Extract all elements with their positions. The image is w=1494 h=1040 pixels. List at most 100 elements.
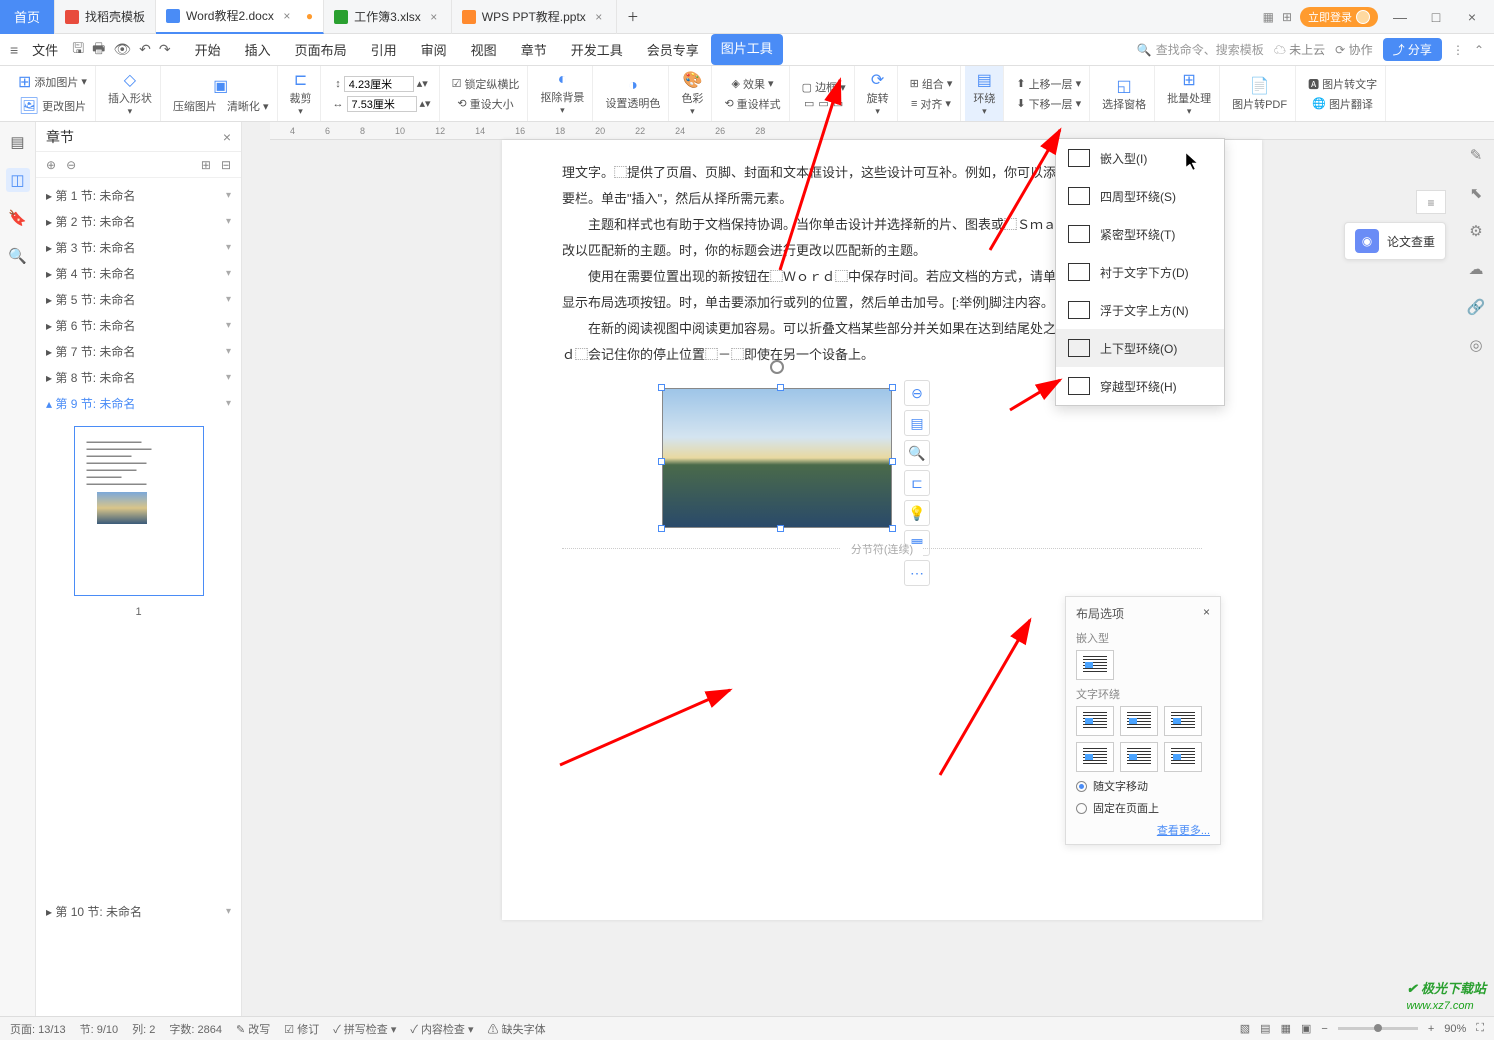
preview-icon[interactable]: 👁 <box>113 41 131 58</box>
select-icon[interactable]: ⬉ <box>1470 184 1483 202</box>
hamburger-icon[interactable]: ≡ <box>10 42 18 58</box>
chapter-item[interactable]: ▸ 第 4 节: 未命名▾ <box>36 260 241 286</box>
stepper-icon[interactable]: ▴▾ <box>417 77 428 90</box>
command-search[interactable]: 🔍 查找命令、搜索模板 <box>1137 41 1264 58</box>
compress-button[interactable]: ▣ <box>213 74 228 98</box>
status-page[interactable]: 页面: 13/13 <box>10 1021 66 1037</box>
apps-icon[interactable]: ⊞ <box>1282 10 1292 24</box>
close-icon[interactable]: × <box>592 10 606 24</box>
move-up-button[interactable]: ⬆ 上移一层 ▾ <box>1016 74 1081 94</box>
stepper-icon[interactable]: ▴▾ <box>420 97 431 110</box>
tab-layout[interactable]: 页面布局 <box>283 34 359 65</box>
chapter-item-active[interactable]: ▴ 第 9 节: 未命名▾ <box>36 390 241 416</box>
chapter-item[interactable]: ▸ 第 3 节: 未命名▾ <box>36 234 241 260</box>
link-icon[interactable]: 🔗 <box>1467 298 1486 316</box>
search-panel-icon[interactable]: 🔍 <box>6 244 30 268</box>
chapter-item[interactable]: ▸ 第 10 节: 未命名▾ <box>36 898 241 924</box>
tab-ppt[interactable]: WPS PPT教程.pptx × <box>452 0 617 34</box>
share-button[interactable]: ⤴ 分享 <box>1383 38 1442 61</box>
layout-opt-inline[interactable] <box>1076 650 1114 680</box>
wrap-option-front[interactable]: 浮于文字上方(N) <box>1056 291 1224 329</box>
layout-opt-behind[interactable] <box>1120 742 1158 772</box>
chapter-item[interactable]: ▸ 第 7 节: 未命名▾ <box>36 338 241 364</box>
wrap-button[interactable]: ▤环绕▾ <box>965 66 1004 121</box>
rotate-button[interactable]: ⟳旋转▾ <box>859 66 898 121</box>
outline-icon[interactable]: ▤ <box>6 130 30 154</box>
batch-button[interactable]: ⊞批量处理▾ <box>1159 66 1220 121</box>
tab-template[interactable]: 找稻壳模板 <box>55 0 156 34</box>
select-pane-button[interactable]: ◱选择窗格 <box>1094 66 1155 121</box>
float-minus-button[interactable]: ⊖ <box>904 380 930 406</box>
close-window-button[interactable]: × <box>1458 9 1486 25</box>
status-content[interactable]: ✓ 内容检查 ▾ <box>410 1021 473 1037</box>
add-section-icon[interactable]: ⊕ <box>46 158 56 172</box>
tab-word-doc[interactable]: Word教程2.docx × ● <box>156 0 324 34</box>
status-missing-font[interactable]: ⚠ 缺失字体 <box>488 1021 546 1037</box>
translate-button[interactable]: 🌐 图片翻译 <box>1312 94 1373 114</box>
layout-opt-through[interactable] <box>1164 706 1202 736</box>
clarity-button[interactable]: 清晰化 ▾ <box>227 98 269 114</box>
cloud-icon[interactable]: ☁ <box>1469 260 1484 278</box>
panel-close-icon[interactable]: × <box>223 129 231 145</box>
layout-opt-tight[interactable] <box>1120 706 1158 736</box>
maximize-button[interactable]: □ <box>1422 9 1450 25</box>
style3[interactable]: ▭ <box>833 97 843 110</box>
redo-icon[interactable]: ↷ <box>159 41 171 58</box>
page-thumbnail[interactable]: ▬▬▬▬▬▬▬▬▬▬▬▬▬▬▬▬▬▬▬▬▬▬▬▬▬▬▬▬▬▬▬▬▬▬▬▬▬▬▬▬… <box>74 426 204 596</box>
height-input[interactable] <box>344 76 414 92</box>
collapse-icon[interactable]: ⊟ <box>221 158 231 172</box>
expand-icon[interactable]: ⊞ <box>201 158 211 172</box>
style2[interactable]: ▭ <box>818 97 828 110</box>
view-mode-icon[interactable]: ▦ <box>1281 1022 1291 1035</box>
remove-bg-button[interactable]: ◐抠除背景▾ <box>532 66 593 121</box>
radio-fixed-position[interactable]: 固定在页面上 <box>1076 800 1210 816</box>
new-tab-button[interactable]: ＋ <box>617 0 649 34</box>
tab-reference[interactable]: 引用 <box>359 34 409 65</box>
tab-image-tools[interactable]: 图片工具 <box>711 34 783 65</box>
edit-icon[interactable]: ✎ <box>1470 146 1483 164</box>
combine-button[interactable]: ⊞ 组合 ▾ <box>910 74 953 94</box>
reset-size-button[interactable]: ⟲ 重设大小 <box>457 94 513 114</box>
chapter-item[interactable]: ▸ 第 2 节: 未命名▾ <box>36 208 241 234</box>
collab-button[interactable]: ⟳ 协作 <box>1335 41 1372 58</box>
panel-toggle-icon[interactable]: ≡ <box>1416 190 1446 214</box>
wrap-option-through[interactable]: 穿越型环绕(H) <box>1056 367 1224 405</box>
effect-button[interactable]: ◈ 效果 ▾ <box>732 74 774 94</box>
to-pdf-button[interactable]: 📄图片转PDF <box>1224 66 1296 121</box>
print-icon[interactable]: 🖶 <box>92 38 105 62</box>
save-icon[interactable]: 🖫 <box>72 38 84 62</box>
float-zoom-button[interactable]: 🔍 <box>904 440 930 466</box>
grid-icon[interactable]: ▦ <box>1263 10 1274 24</box>
cloud-status[interactable]: ☁ 未上云 <box>1274 41 1325 58</box>
resize-handle[interactable] <box>889 458 896 465</box>
target-icon[interactable]: ◎ <box>1469 336 1482 354</box>
chevron-icon[interactable]: ⌃ <box>1474 43 1484 57</box>
resize-handle[interactable] <box>777 525 784 532</box>
tab-dev[interactable]: 开发工具 <box>559 34 635 65</box>
layout-opt-front[interactable] <box>1164 742 1202 772</box>
tab-view[interactable]: 视图 <box>459 34 509 65</box>
status-section[interactable]: 节: 9/10 <box>80 1021 119 1037</box>
tab-home[interactable]: 首页 <box>0 0 55 34</box>
resize-handle[interactable] <box>889 525 896 532</box>
layout-opt-topbottom[interactable] <box>1076 742 1114 772</box>
compress-label[interactable]: 压缩图片 <box>173 98 217 114</box>
float-crop-button[interactable]: ⊏ <box>904 470 930 496</box>
bookmark-icon[interactable]: 🔖 <box>6 206 30 230</box>
wrap-option-square[interactable]: 四周型环绕(S) <box>1056 177 1224 215</box>
tab-excel[interactable]: 工作簿3.xlsx × <box>324 0 452 34</box>
chapter-icon[interactable]: ◫ <box>6 168 30 192</box>
chapter-item[interactable]: ▸ 第 6 节: 未命名▾ <box>36 312 241 338</box>
radio-move-with-text[interactable]: 随文字移动 <box>1076 778 1210 794</box>
reset-style-button[interactable]: ⟲ 重设样式 <box>724 94 780 114</box>
tab-section[interactable]: 章节 <box>509 34 559 65</box>
zoom-out-icon[interactable]: − <box>1321 1023 1327 1035</box>
align-button[interactable]: ≡ 对齐 ▾ <box>911 94 951 114</box>
wrap-option-topbottom[interactable]: 上下型环绕(O) <box>1056 329 1224 367</box>
img-to-text-button[interactable]: 🅰 图片转文字 <box>1308 74 1377 94</box>
close-icon[interactable]: × <box>427 10 441 24</box>
crop-button[interactable]: ⊏裁剪▾ <box>282 66 321 121</box>
resize-handle[interactable] <box>658 525 665 532</box>
add-image-button[interactable]: ⊞添加图片 ▾ <box>18 70 87 94</box>
lock-ratio-checkbox[interactable]: ☑ 锁定纵横比 <box>452 74 520 94</box>
